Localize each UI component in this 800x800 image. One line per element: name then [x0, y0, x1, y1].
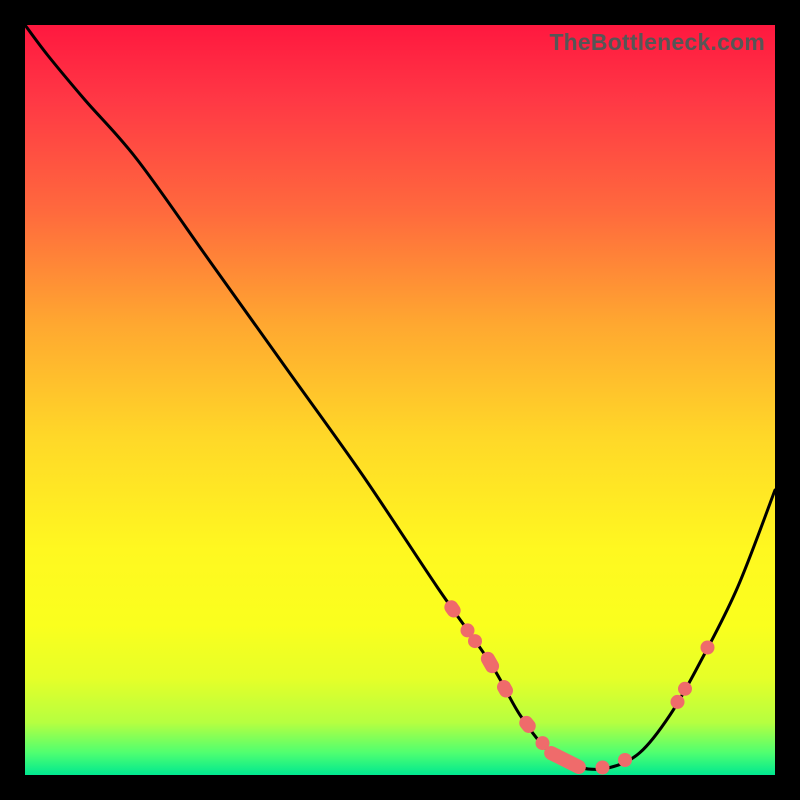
curve-marker-pill — [516, 713, 538, 736]
curve-marker-pill — [478, 649, 501, 675]
curve-marker-dot — [671, 695, 685, 709]
bottleneck-curve-path — [25, 25, 775, 769]
curve-marker-dot — [701, 641, 715, 655]
curve-marker-dot — [596, 761, 610, 775]
curve-marker-dot — [618, 753, 632, 767]
watermark-text: TheBottleneck.com — [549, 29, 765, 56]
curve-marker-pill — [542, 744, 589, 775]
bottleneck-curve — [25, 25, 775, 769]
curve-marker-dot — [468, 634, 482, 648]
chart-gradient-background: TheBottleneck.com — [25, 25, 775, 775]
curve-markers — [442, 598, 715, 775]
chart-overlay — [25, 25, 775, 775]
curve-marker-pill — [442, 598, 464, 621]
curve-marker-pill — [494, 678, 515, 701]
curve-marker-dot — [678, 682, 692, 696]
curve-marker-dot — [461, 623, 475, 637]
curve-marker-dot — [536, 736, 550, 750]
